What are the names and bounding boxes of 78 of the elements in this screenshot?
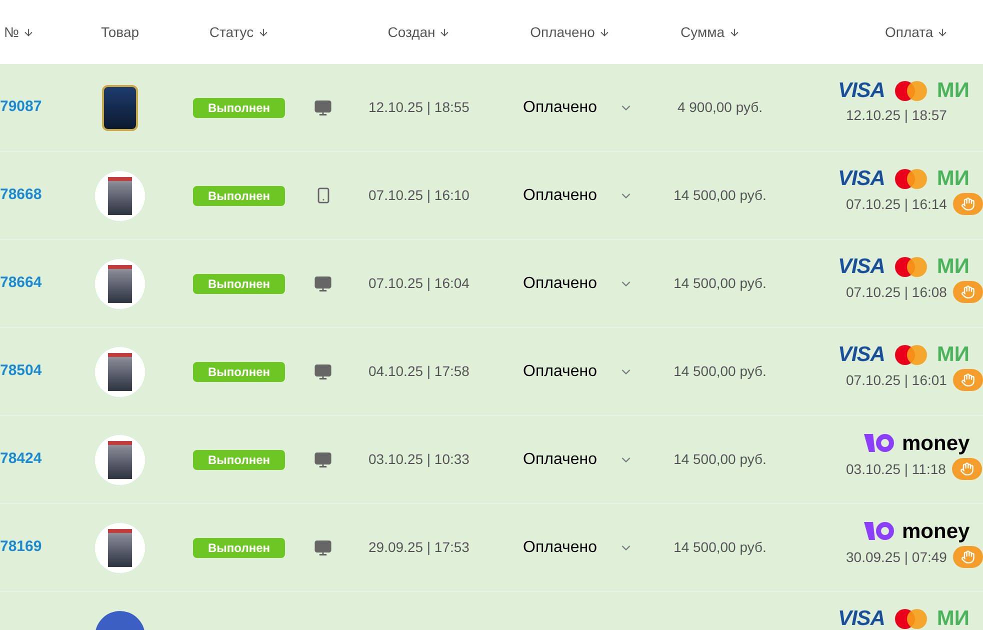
wallet-logo-text: money [902, 520, 970, 542]
mastercard-logo [894, 608, 927, 628]
mastercard-logo [894, 80, 927, 100]
visa-logo: VISA [838, 80, 885, 101]
created-date: 12.10.25 | 18:55 [368, 98, 470, 117]
created-date: 03.10.25 | 10:33 [368, 450, 470, 469]
sort-arrow-icon [728, 26, 740, 38]
sort-arrow-icon [23, 26, 34, 38]
column-header[interactable]: № [4, 22, 34, 42]
status-badge: Выполнен [193, 274, 285, 294]
column-header[interactable]: Оплата [885, 22, 948, 42]
visa-logo: VISA [838, 168, 885, 189]
desktop-icon [314, 450, 332, 468]
order-amount: 14 500,00 руб. [674, 274, 766, 293]
created-date: 04.10.25 | 17:58 [368, 362, 470, 381]
column-header[interactable]: Оплачено [530, 22, 610, 42]
mir-logo: МИ [936, 168, 970, 189]
desktop-icon [314, 274, 332, 292]
column-header[interactable]: Создан [388, 22, 450, 42]
paid-status-dropdown[interactable]: Оплачено [523, 184, 633, 208]
mastercard-logo [894, 256, 927, 276]
desktop-icon [314, 538, 332, 556]
wallet-logo-text: money [902, 432, 970, 454]
desktop-icon [314, 362, 332, 380]
mastercard-logo [894, 344, 927, 364]
desktop-icon [314, 98, 332, 116]
order-amount: 14 500,00 руб. [674, 538, 766, 557]
paid-status-dropdown[interactable]: Оплачено [523, 448, 633, 472]
product-image [95, 434, 145, 484]
payment-date: 07.10.25 | 16:14 [845, 194, 947, 214]
hand-icon [960, 550, 975, 564]
column-header: Товар [100, 22, 140, 42]
payment-date: 30.09.25 | 07:49 [845, 548, 947, 567]
hand-icon [960, 285, 975, 299]
wallet-logo-icon [864, 520, 896, 542]
product-image [95, 522, 145, 572]
visa-logo: VISA [838, 344, 885, 365]
paid-status-dropdown[interactable]: Оплачено [523, 96, 633, 120]
column-header[interactable]: Сумма [680, 22, 740, 42]
paid-status-dropdown[interactable]: Оплачено [523, 360, 633, 384]
payment-date: 07.10.25 | 16:08 [845, 282, 947, 302]
mir-logo: МИ [936, 344, 970, 365]
payment-date: 03.10.25 | 11:18 [845, 460, 946, 479]
product-image [95, 346, 145, 396]
product-image [95, 170, 145, 220]
order-amount: 14 500,00 руб. [674, 450, 766, 469]
payment-date: 12.10.25 | 18:57 [845, 106, 947, 125]
status-badge: Выполнен [193, 98, 285, 118]
visa-logo: VISA [838, 608, 885, 629]
visa-logo: VISA [838, 256, 885, 277]
created-date: 07.10.25 | 16:04 [368, 274, 470, 293]
mir-logo: МИ [936, 80, 970, 101]
status-badge: Выполнен [193, 186, 285, 206]
order-amount: 4 900,00 руб. [677, 98, 763, 117]
hand-icon [960, 197, 975, 211]
created-date: 29.09.25 | 17:53 [368, 538, 470, 557]
hand-icon [960, 373, 975, 387]
sort-arrow-icon [937, 26, 948, 38]
order-amount: 14 500,00 руб. [674, 362, 766, 381]
hand-icon [960, 462, 974, 476]
sort-arrow-icon [598, 26, 610, 38]
paid-status-dropdown[interactable]: Оплачено [523, 536, 633, 560]
paid-status-dropdown[interactable]: Оплачено [523, 272, 633, 296]
column-header[interactable]: Статус [209, 22, 269, 42]
mir-logo: МИ [936, 256, 970, 277]
payment-date: 07.10.25 | 16:01 [845, 370, 947, 390]
status-badge: Выполнен [193, 450, 285, 470]
sort-arrow-icon [439, 26, 450, 38]
mir-logo: МИ [936, 608, 970, 629]
order-amount: 14 500,00 руб. [674, 186, 766, 205]
product-image [95, 258, 145, 308]
created-date: 07.10.25 | 16:10 [368, 186, 470, 205]
mastercard-logo [894, 168, 927, 188]
product-box-image [102, 84, 138, 130]
sort-arrow-icon [258, 26, 269, 38]
wallet-logo-icon [864, 432, 896, 454]
status-badge: Выполнен [193, 362, 285, 382]
status-badge: Выполнен [193, 538, 285, 558]
